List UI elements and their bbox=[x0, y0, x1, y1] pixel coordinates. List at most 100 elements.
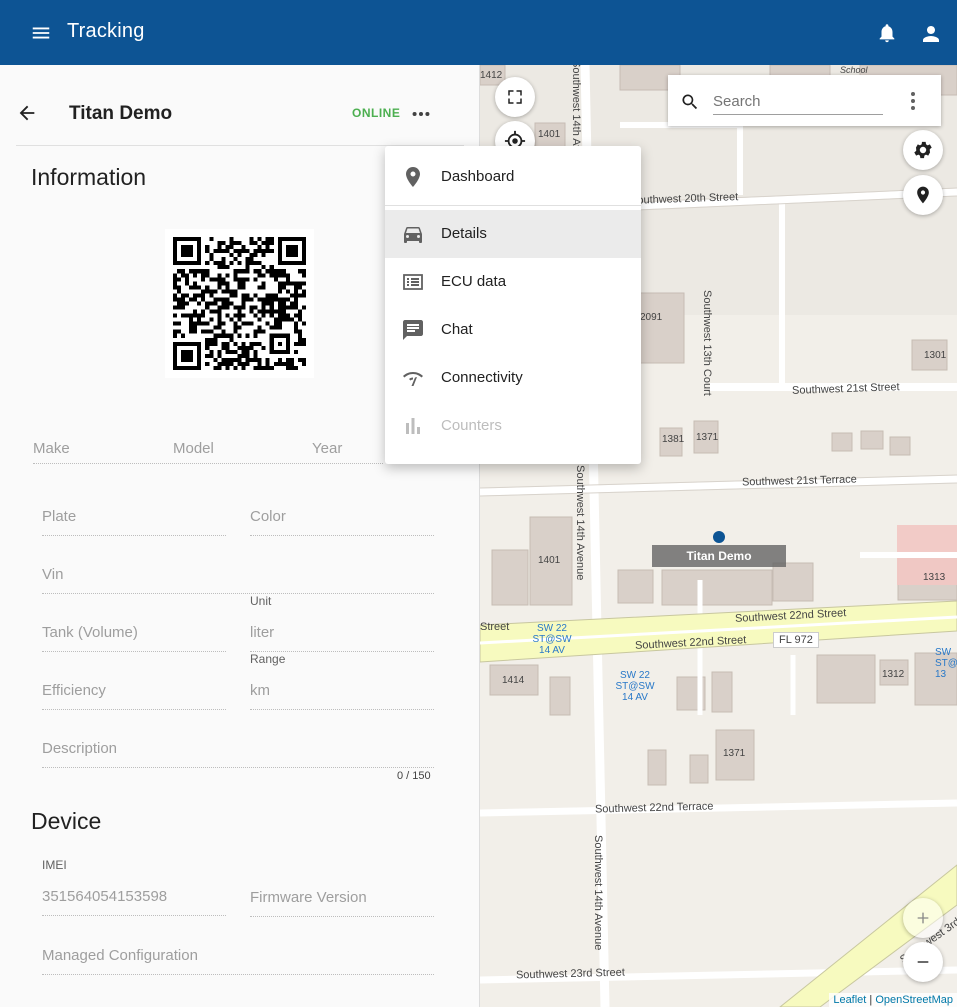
map-settings-button[interactable] bbox=[903, 130, 943, 170]
signal-icon bbox=[403, 372, 423, 386]
minus-icon bbox=[917, 961, 929, 963]
fullscreen-button[interactable] bbox=[495, 77, 535, 117]
building-number: 1414 bbox=[502, 675, 525, 686]
managed-configuration-field[interactable]: Managed Configuration bbox=[42, 939, 434, 975]
street-label: Southwest 14th Avenue bbox=[592, 835, 604, 951]
building-number: 1313 bbox=[923, 572, 946, 583]
building-number: 1371 bbox=[723, 748, 746, 759]
app-bar: Tracking bbox=[0, 0, 957, 65]
device-marker-label: Titan Demo bbox=[652, 545, 786, 567]
gear-icon bbox=[914, 141, 932, 159]
building-number: 1312 bbox=[882, 669, 905, 680]
imei-value: 351564054153598 bbox=[42, 888, 168, 905]
unit-value: liter bbox=[250, 624, 275, 641]
menu-divider bbox=[385, 205, 641, 206]
poi-label: School bbox=[840, 65, 868, 75]
device-marker[interactable] bbox=[713, 531, 725, 543]
vin-placeholder: Vin bbox=[42, 566, 64, 583]
plate-field[interactable]: Plate bbox=[42, 500, 226, 536]
firmware-version-field[interactable]: Firmware Version bbox=[250, 881, 434, 917]
imei-label: IMEI bbox=[42, 858, 67, 872]
building-number: 1301 bbox=[924, 350, 947, 361]
geofence-button[interactable] bbox=[903, 175, 943, 215]
menu-item-connectivity[interactable]: Connectivity bbox=[385, 354, 641, 402]
list-icon bbox=[403, 274, 423, 290]
firmware-version-placeholder: Firmware Version bbox=[250, 889, 367, 906]
menu-item-label: Details bbox=[441, 225, 487, 242]
more-horizontal-icon[interactable] bbox=[410, 103, 432, 125]
search-icon bbox=[682, 94, 698, 110]
street-label: Southwest 14th Avenue bbox=[574, 465, 586, 581]
zoom-out-button[interactable] bbox=[903, 942, 943, 982]
model-placeholder: Model bbox=[173, 440, 214, 457]
device-heading: Device bbox=[31, 808, 102, 834]
bus-stop-label: SW ST@SW 13 bbox=[935, 647, 957, 680]
map-pin-icon bbox=[917, 186, 929, 204]
fullscreen-icon bbox=[508, 90, 522, 104]
street-label: Street bbox=[480, 621, 510, 633]
information-heading: Information bbox=[31, 164, 147, 190]
vin-field[interactable]: Vin bbox=[42, 558, 434, 594]
year-placeholder: Year bbox=[312, 440, 343, 457]
building-number: 1412 bbox=[480, 70, 503, 81]
description-field[interactable]: Description bbox=[42, 732, 434, 768]
bell-icon[interactable] bbox=[876, 22, 898, 44]
building-number: 1381 bbox=[662, 434, 685, 445]
bar-chart-icon bbox=[406, 418, 420, 434]
street-label: Southwest 14th Ave bbox=[570, 65, 582, 158]
menu-item-details[interactable]: Details bbox=[385, 210, 641, 258]
menu-item-dashboard[interactable]: Dashboard bbox=[385, 153, 641, 201]
device-name: Titan Demo bbox=[69, 103, 173, 124]
device-actions-menu: Dashboard Details ECU data Chat Connecti… bbox=[385, 146, 641, 464]
menu-item-label: Dashboard bbox=[441, 168, 515, 185]
bus-stop-label: SW 22 ST@SW 14 AV bbox=[615, 670, 655, 703]
building-number: 2091 bbox=[640, 312, 663, 323]
leaflet-link[interactable]: Leaflet bbox=[833, 994, 866, 1006]
color-placeholder: Color bbox=[250, 508, 286, 525]
color-field[interactable]: Color bbox=[250, 500, 434, 536]
unit-select[interactable]: Unit liter bbox=[250, 594, 434, 652]
menu-item-label: Counters bbox=[441, 417, 502, 434]
menu-item-label: Connectivity bbox=[441, 369, 523, 386]
building-number: 1401 bbox=[538, 129, 561, 140]
map-attribution: Leaflet | OpenStreetMap bbox=[829, 993, 957, 1007]
back-arrow-icon[interactable] bbox=[16, 102, 38, 124]
status-badge: ONLINE bbox=[352, 106, 401, 120]
description-counter: 0 / 150 bbox=[397, 770, 431, 782]
place-icon bbox=[406, 167, 420, 187]
menu-item-ecu-data[interactable]: ECU data bbox=[385, 258, 641, 306]
qr-code bbox=[165, 229, 314, 378]
tank-volume-field[interactable]: Tank (Volume) bbox=[42, 616, 226, 652]
make-model-year-underline bbox=[33, 463, 383, 464]
tank-volume-placeholder: Tank (Volume) bbox=[42, 624, 138, 641]
range-label: Range bbox=[250, 652, 286, 666]
search-input[interactable] bbox=[713, 89, 883, 115]
imei-field[interactable]: IMEI 351564054153598 bbox=[42, 858, 226, 916]
more-vertical-icon[interactable] bbox=[910, 91, 916, 111]
chat-icon bbox=[403, 320, 423, 340]
description-placeholder: Description bbox=[42, 740, 118, 757]
building-number: 1371 bbox=[696, 432, 719, 443]
attribution-separator: | bbox=[866, 994, 876, 1006]
zoom-in-button[interactable] bbox=[903, 898, 943, 938]
menu-icon[interactable] bbox=[30, 22, 52, 44]
plus-icon bbox=[917, 912, 929, 924]
route-shield: FL 972 bbox=[773, 632, 819, 648]
menu-item-label: ECU data bbox=[441, 273, 507, 290]
street-label: Southwest 13th Court bbox=[701, 290, 713, 396]
menu-item-label: Chat bbox=[441, 321, 473, 338]
building-number: 1401 bbox=[538, 555, 561, 566]
app-title: Tracking bbox=[67, 20, 145, 42]
range-select[interactable]: Range km bbox=[250, 652, 434, 710]
car-icon bbox=[404, 227, 422, 243]
efficiency-field[interactable]: Efficiency bbox=[42, 674, 226, 710]
unit-label: Unit bbox=[250, 594, 272, 608]
range-value: km bbox=[250, 682, 270, 699]
plate-placeholder: Plate bbox=[42, 508, 77, 525]
make-placeholder: Make bbox=[33, 440, 70, 457]
openstreetmap-link[interactable]: OpenStreetMap bbox=[875, 994, 953, 1006]
menu-item-chat[interactable]: Chat bbox=[385, 306, 641, 354]
menu-item-counters: Counters bbox=[385, 402, 641, 450]
bus-stop-label: SW 22 ST@SW 14 AV bbox=[532, 623, 572, 656]
account-icon[interactable] bbox=[919, 22, 943, 46]
